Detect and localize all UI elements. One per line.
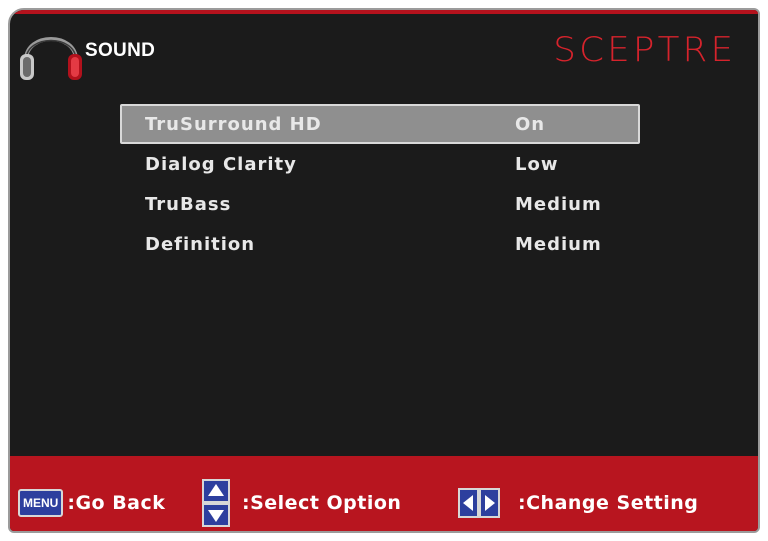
hint-select-option: :Select Option xyxy=(202,478,401,528)
menu-key-icon: MENU xyxy=(18,489,64,517)
select-option-label: :Select Option xyxy=(242,492,402,514)
menu-row-trubass[interactable]: TruBass Medium xyxy=(120,184,640,224)
go-back-label: :Go Back xyxy=(67,492,166,514)
menu-row-trusurround-hd[interactable]: TruSurround HD On xyxy=(120,104,640,144)
menu-row-value: Medium xyxy=(515,234,602,255)
menu-row-label: Definition xyxy=(145,234,256,255)
menu-row-value: Medium xyxy=(515,194,602,215)
sound-menu: TruSurround HD On Dialog Clarity Low Tru… xyxy=(120,104,640,264)
change-setting-label: :Change Setting xyxy=(518,492,699,514)
hint-change-setting: :Change Setting xyxy=(458,487,698,519)
menu-row-value: On xyxy=(515,114,546,135)
menu-row-definition[interactable]: Definition Medium xyxy=(120,224,640,264)
headphones-icon xyxy=(20,37,82,80)
header: SOUND SCEPTRE xyxy=(10,10,758,90)
menu-title: SOUND xyxy=(85,40,156,61)
menu-row-label: TruBass xyxy=(145,194,232,215)
tv-osd-window: SOUND SCEPTRE TruSurround HD On Dialog C… xyxy=(8,8,760,533)
left-right-arrows-icon xyxy=(458,488,500,518)
menu-row-value: Low xyxy=(515,154,559,175)
brand-logo: SCEPTRE xyxy=(553,30,736,70)
menu-row-label: Dialog Clarity xyxy=(145,154,297,175)
menu-row-dialog-clarity[interactable]: Dialog Clarity Low xyxy=(120,144,640,184)
up-down-arrows-icon xyxy=(202,479,230,527)
hint-go-back: MENU :Go Back xyxy=(18,487,165,519)
menu-row-label: TruSurround HD xyxy=(145,114,322,135)
